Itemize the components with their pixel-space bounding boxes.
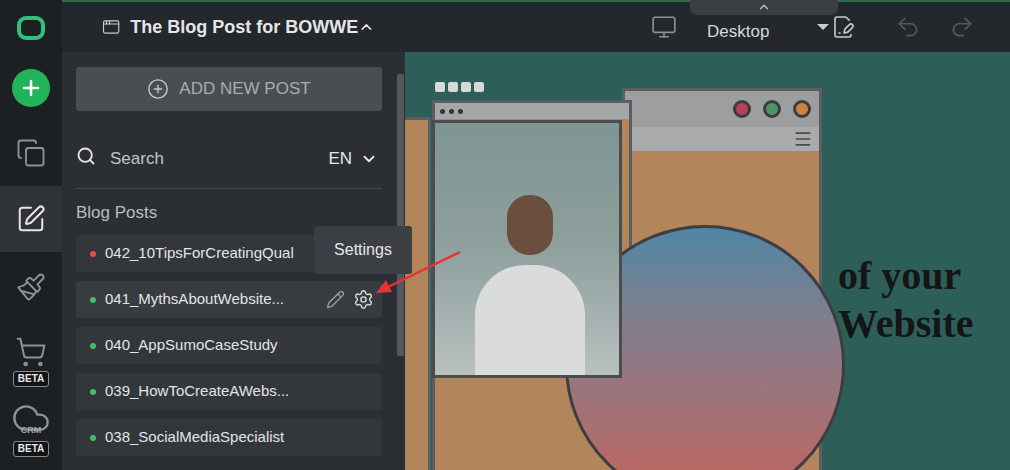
social-icons [435, 82, 484, 92]
canvas-heading[interactable]: of yourWebsite [838, 252, 974, 348]
plus-circle-icon [147, 78, 169, 100]
post-item[interactable]: 038_SocialMediaSpecialist [76, 419, 382, 456]
heading-line: of your [838, 252, 974, 300]
post-item[interactable]: 039_HowToCreateAWebs... [76, 373, 382, 410]
top-bar: The Blog Post for BOWWE Desktop [62, 0, 1010, 52]
brush-icon [16, 272, 46, 302]
site-title[interactable]: The Blog Post for BOWWE [130, 14, 358, 41]
search-icon [76, 146, 96, 166]
linkedin-icon[interactable] [474, 82, 484, 92]
post-title: 039_HowToCreateAWebs... [105, 380, 289, 403]
settings-tooltip: Settings [314, 226, 412, 274]
collapse-tab[interactable] [690, 0, 838, 15]
facebook-icon[interactable] [435, 82, 445, 92]
gear-icon[interactable] [353, 289, 374, 310]
beta-badge: BETA [13, 441, 49, 457]
post-item[interactable]: 041_MythsAboutWebsite... [76, 281, 382, 318]
youtube-icon[interactable] [448, 82, 458, 92]
logo-slot[interactable] [0, 0, 62, 56]
undo-icon[interactable] [895, 14, 921, 40]
pages-icon [16, 138, 46, 168]
beta-badge: BETA [13, 371, 49, 387]
icon-rail: BETA CRM BETA [0, 0, 62, 470]
status-dot [90, 297, 96, 303]
pencil-icon[interactable] [326, 290, 345, 309]
page-canvas[interactable]: of yourWebsite [405, 52, 1010, 470]
status-dot [90, 343, 96, 349]
redo-icon[interactable] [949, 14, 975, 40]
post-title: 042_10TipsForCreatingQual [105, 242, 294, 265]
post-title: 040_AppSumoCaseStudy [105, 334, 278, 357]
status-dot [90, 435, 96, 441]
edit-icon [16, 204, 46, 234]
search-field[interactable]: Search [110, 146, 164, 172]
scrollbar[interactable] [397, 74, 404, 356]
device-select[interactable]: Desktop [707, 19, 769, 45]
blog-button[interactable] [0, 186, 62, 252]
status-dot [90, 251, 96, 257]
add-new-post-button[interactable]: ADD NEW POST [76, 67, 382, 111]
bowwe-logo-icon[interactable] [16, 13, 46, 43]
page-settings-icon[interactable] [831, 15, 855, 39]
design-button[interactable] [0, 252, 62, 322]
status-dot [90, 389, 96, 395]
monitor-icon[interactable] [651, 14, 677, 40]
browser-window-figure [405, 117, 431, 470]
chevron-up-icon[interactable] [358, 16, 375, 38]
crm-label: CRM [21, 425, 42, 435]
red-arrow-icon [372, 248, 464, 298]
pages-button[interactable] [0, 120, 62, 186]
post-item[interactable]: 040_AppSumoCaseStudy [76, 327, 382, 364]
post-title: 041_MythsAboutWebsite... [105, 288, 284, 311]
chevron-up-icon [757, 0, 771, 14]
instagram-icon[interactable] [461, 82, 471, 92]
cart-icon [15, 336, 47, 368]
shop-button[interactable]: BETA [0, 322, 62, 400]
post-title: 038_SocialMediaSpecialist [105, 426, 284, 449]
crm-button[interactable]: CRM BETA [0, 400, 62, 470]
section-title: Blog Posts [76, 203, 382, 223]
heading-line: Website [838, 300, 974, 348]
chevron-down-icon [360, 150, 378, 168]
dropdown-caret[interactable] [817, 24, 829, 30]
window-icon [102, 15, 120, 39]
person-photo [432, 120, 622, 378]
hamburger-icon [793, 129, 813, 149]
plus-icon [19, 76, 43, 100]
language-select[interactable]: EN [328, 146, 378, 172]
editor-app: BETA CRM BETA The Blog Post for BOWWE Deskto… [0, 0, 1010, 470]
add-button[interactable] [0, 56, 62, 120]
